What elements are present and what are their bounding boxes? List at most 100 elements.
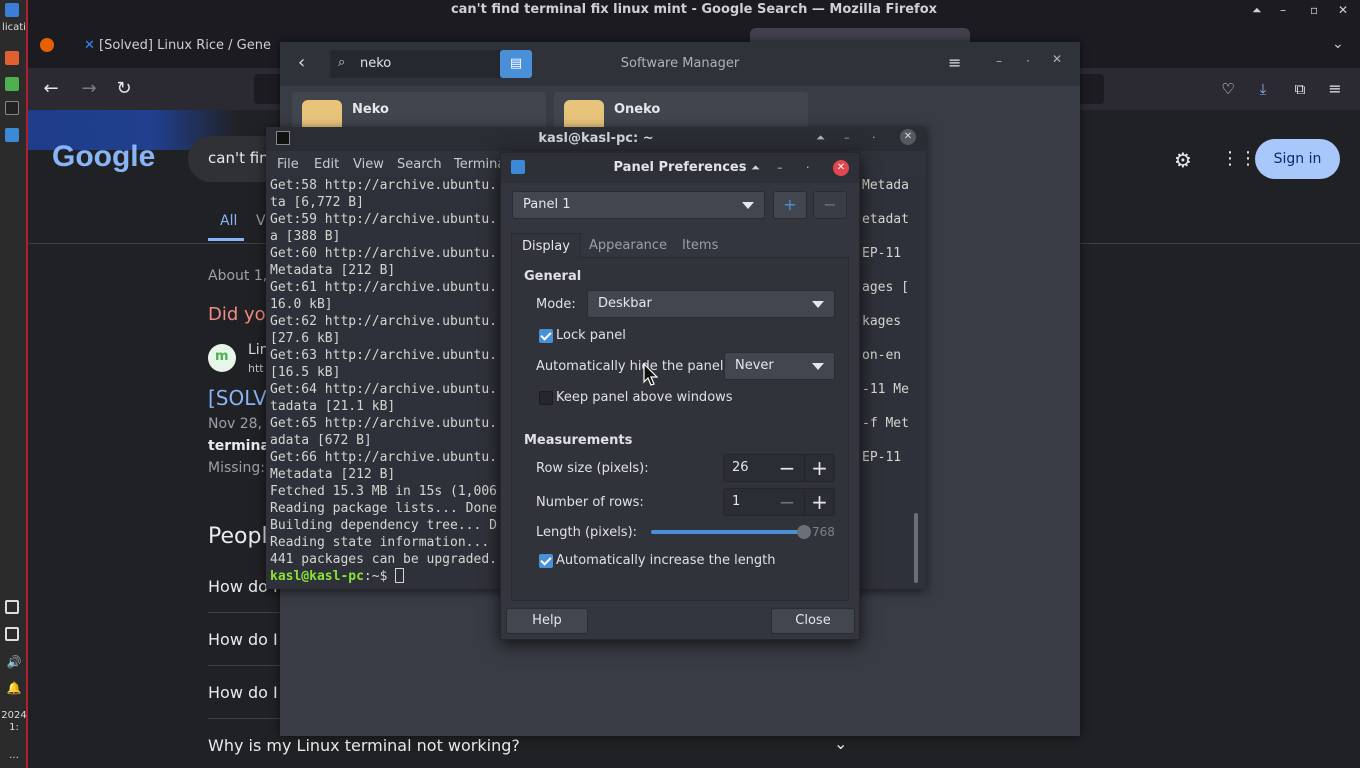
sign-in-button[interactable]: Sign in [1255,139,1340,179]
swm-menu-icon[interactable]: ≡ [948,53,961,72]
search-tab-v[interactable]: V [256,213,266,229]
auto-length-checkbox[interactable] [539,554,553,568]
keep-above-checkbox[interactable] [539,391,553,405]
notification-bell-icon[interactable]: 🔔 [0,682,28,694]
paa-question-2[interactable]: How do I r [208,630,289,649]
google-search-query: can't fin [208,149,269,167]
keep-above-label[interactable]: Keep panel above windows [556,390,733,405]
row-size-label: Row size (pixels): [536,461,649,476]
tab-underline [208,238,244,241]
terminal-taskbar-icon[interactable] [5,101,19,115]
menu-edit[interactable]: Edit [314,157,339,172]
swm-result-oneko[interactable]: Oneko [554,92,808,132]
swm-close-icon[interactable]: ✕ [1052,52,1062,66]
apps-grid-icon[interactable]: ⋮⋮ [1221,148,1257,169]
row-size-stepper[interactable]: 26 − + [723,454,835,482]
menu-view[interactable]: View [353,157,384,172]
software-manager-header: ‹ ⌕ neko ⌫ ▤ Software Manager ≡ – · ✕ [280,42,1080,86]
terminal-minimize-icon[interactable]: – [844,131,850,144]
swm-result-neko[interactable]: Neko [292,92,546,132]
panel-select-value: Panel 1 [523,197,571,212]
software-manager-taskbar-icon[interactable] [5,77,19,91]
terminal-line: Get:65 http://archive.ubuntu. [270,416,497,431]
swm-maximize-icon[interactable]: · [1026,54,1030,68]
desktop-panel: licati 🔊 🔔 2024 1: … [0,0,28,768]
result-title-link[interactable]: [SOLV [208,386,267,410]
mode-value: Deskbar [598,296,652,311]
terminal-prompt: kasl@kasl-pc:~$ [270,568,405,585]
mode-dropdown[interactable]: Deskbar [587,290,835,318]
pocket-icon[interactable]: ♡ [1215,76,1241,102]
tab-solved-linux-rice[interactable]: ✕ [Solved] Linux Rice / Gene [72,28,272,64]
rows-stepper[interactable]: 1 − + [723,488,835,516]
pp-close-icon[interactable]: ✕ [833,160,849,176]
terminal-maximize-icon[interactable]: · [872,131,876,144]
add-panel-button[interactable]: + [773,191,807,219]
menu-file[interactable]: File [277,157,299,172]
firefox-shade-icon[interactable]: ⏶ [1252,3,1262,18]
list-all-tabs-icon[interactable]: ⌄ [1332,36,1344,52]
length-slider-handle[interactable] [796,525,811,539]
pp-minimize-icon[interactable]: – [777,161,783,174]
length-slider[interactable] [651,525,811,539]
firefox-taskbar-icon[interactable] [5,51,19,65]
workspace-icon[interactable] [5,600,19,614]
firefox-menu-icon[interactable]: ≡ [1322,76,1348,102]
pp-shade-icon[interactable]: ⏶ [751,161,760,175]
swm-minimize-icon[interactable]: – [996,54,1002,68]
expand-chevron-icon[interactable]: ⌄ [834,734,847,753]
terminal-close-icon[interactable]: ✕ [900,129,916,145]
tab-appearance[interactable]: Appearance [579,233,677,259]
minus-icon[interactable]: − [772,489,802,515]
plus-icon[interactable]: + [804,489,834,515]
downloads-icon[interactable]: ⤓ [1250,76,1276,102]
settings-taskbar-icon[interactable] [5,128,19,142]
lock-panel-label[interactable]: Lock panel [556,328,626,343]
menu-search[interactable]: Search [397,157,442,172]
terminal-line-right: etadat [862,212,909,227]
menu-terminal[interactable]: Termina [454,157,505,172]
paa-question-4[interactable]: Why is my Linux terminal not working? [208,736,520,755]
terminal-line: Reading package lists... Done [270,501,497,516]
firefox-view-icon[interactable] [40,38,54,52]
tab-display[interactable]: Display [511,233,581,259]
close-button[interactable]: Close [771,608,855,634]
remove-panel-button[interactable]: − [813,191,847,219]
tab-favicon-icon: ✕ [84,38,95,53]
terminal-line: Reading state information... [270,535,490,550]
general-heading: General [524,269,582,284]
autohide-dropdown[interactable]: Never [724,352,835,380]
panel-more-icon[interactable]: … [0,750,28,762]
app-menu-icon[interactable] [5,3,19,17]
search-tab-all[interactable]: All [220,213,237,229]
firefox-maximize-icon[interactable]: ▫ [1310,3,1318,17]
terminal-line: [16.5 kB] [270,365,341,380]
plus-icon[interactable]: + [804,455,834,481]
terminal-shade-icon[interactable]: ⏶ [816,131,825,145]
result-url[interactable]: htt [248,362,264,375]
autohide-value: Never [735,358,774,373]
chevron-down-icon [812,363,824,370]
settings-gear-icon[interactable]: ⚙ [1174,148,1192,172]
terminal-line: Metadata [212 B] [270,263,396,278]
pp-maximize-icon[interactable]: · [806,161,810,174]
tab-items[interactable]: Items [672,233,728,259]
clock-date[interactable]: 2024 [0,710,28,722]
extensions-icon[interactable]: ⧉ [1287,76,1313,102]
google-logo[interactable]: Google [52,140,155,174]
reload-icon[interactable]: ↻ [111,76,137,102]
clipboard-icon[interactable] [5,627,19,641]
auto-length-label[interactable]: Automatically increase the length [556,553,776,568]
lock-panel-checkbox[interactable] [539,329,553,343]
terminal-scrollbar[interactable] [914,513,918,583]
firefox-minimize-icon[interactable]: – [1280,3,1286,17]
minus-icon[interactable]: − [772,455,802,481]
back-icon[interactable]: ← [38,76,64,102]
firefox-close-icon[interactable]: ✕ [1338,3,1348,17]
clock-time[interactable]: 1: [0,722,28,734]
panel-applications-label[interactable]: licati [0,22,28,34]
forward-icon[interactable]: → [76,76,102,102]
help-button[interactable]: Help [506,608,588,634]
panel-select-dropdown[interactable]: Panel 1 [512,191,765,219]
volume-icon[interactable]: 🔊 [0,656,28,668]
